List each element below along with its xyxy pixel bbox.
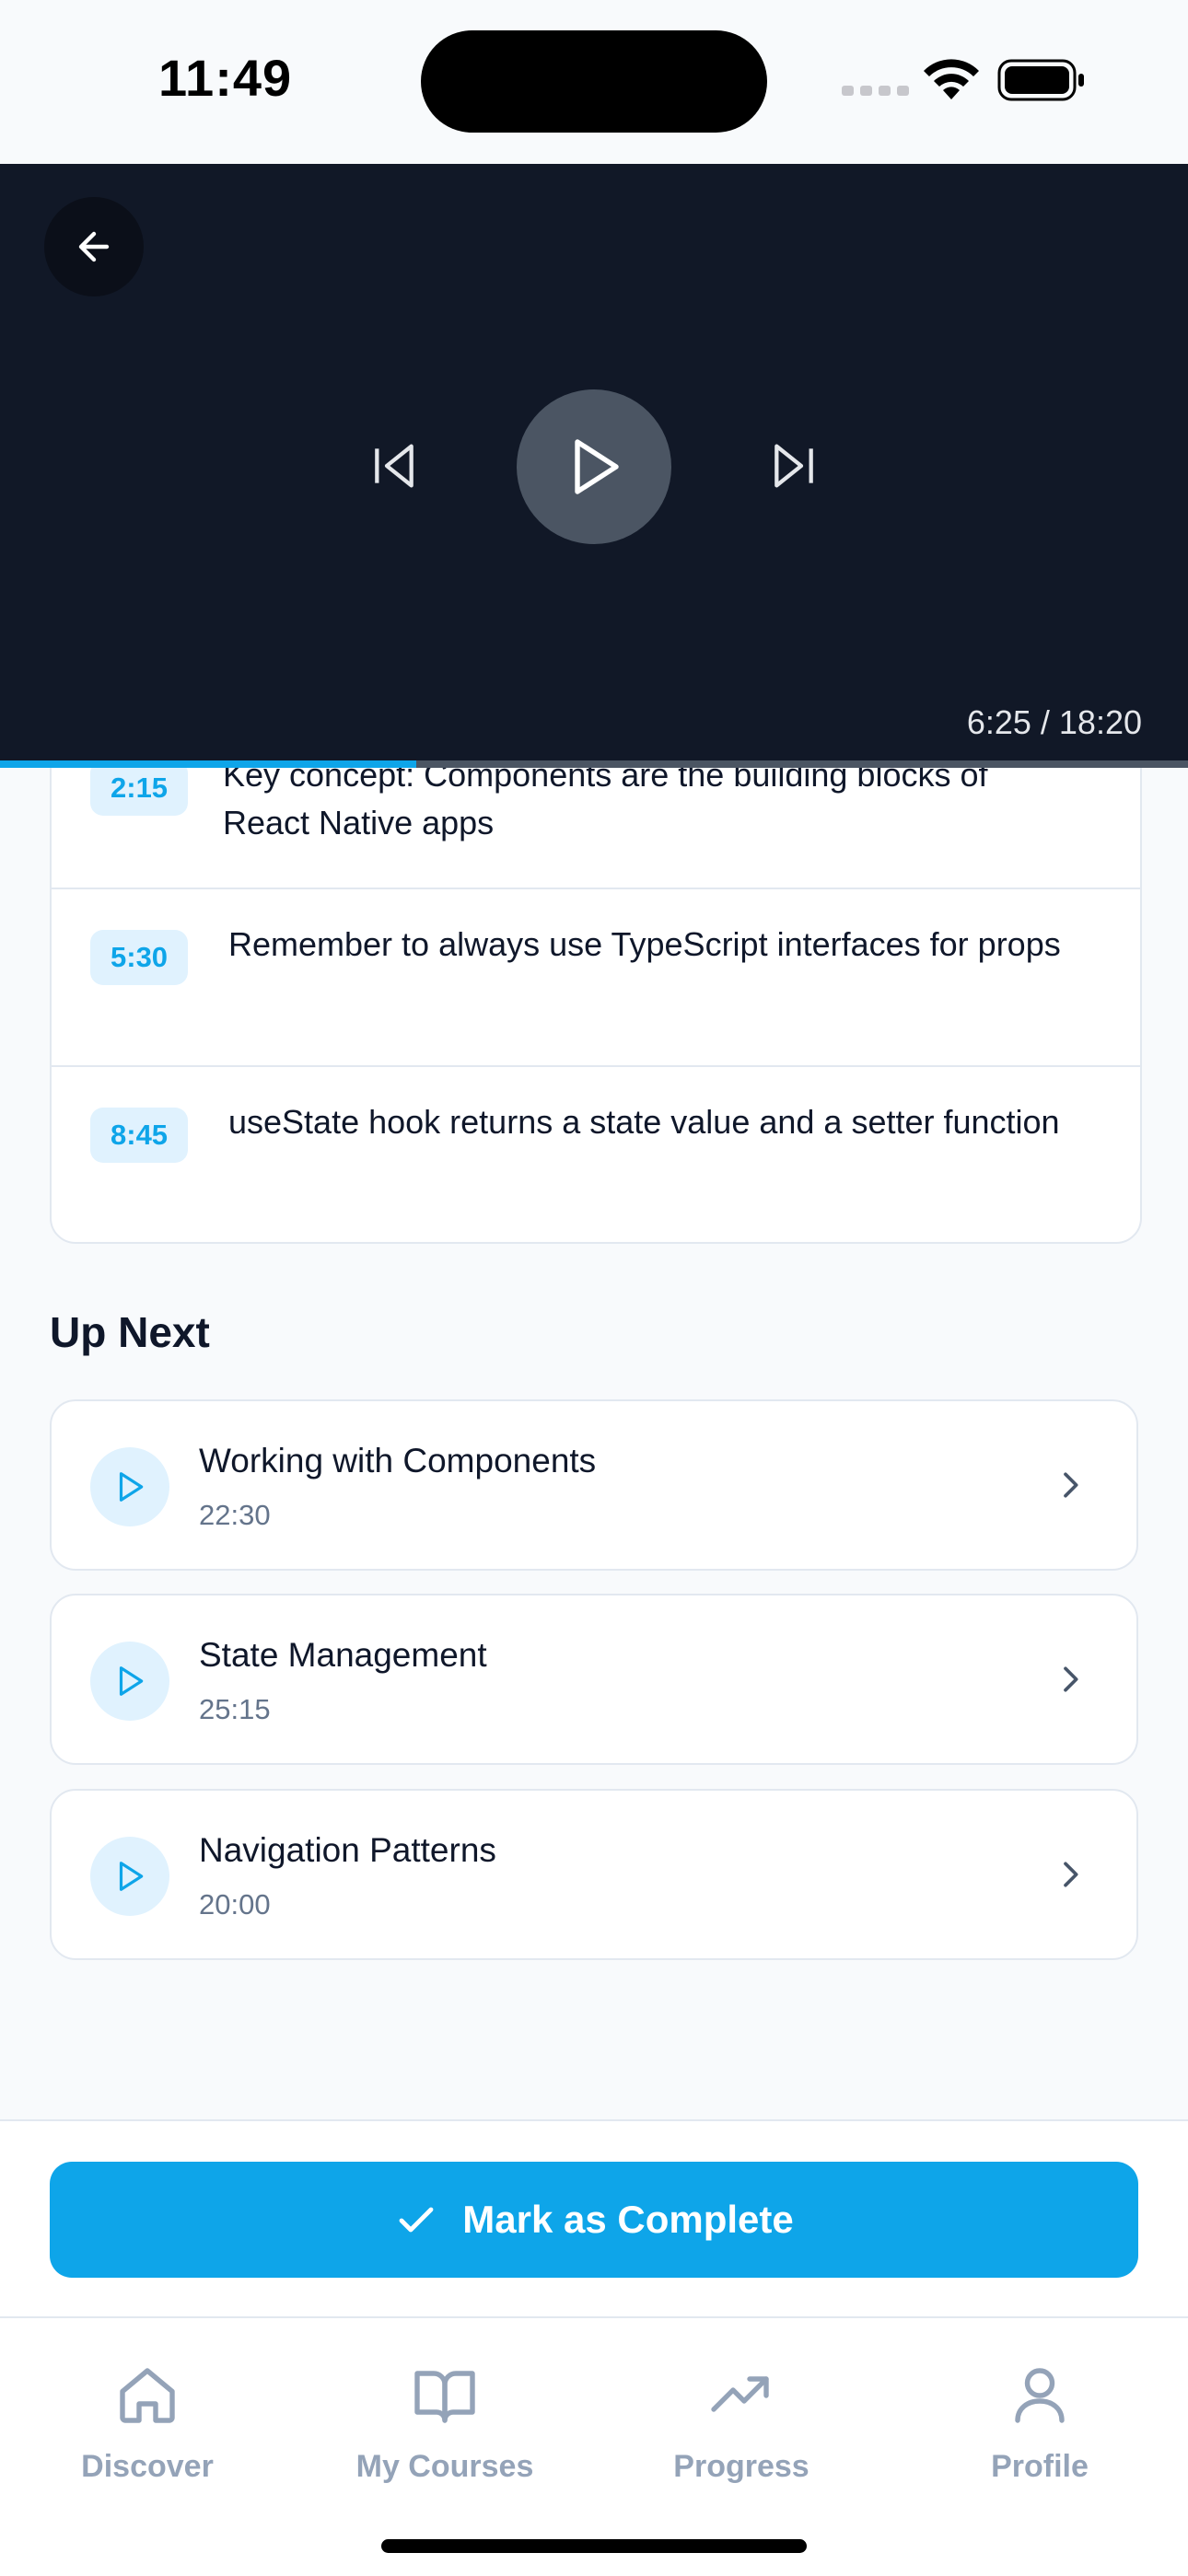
book-icon	[414, 2371, 475, 2423]
note-text: Remember to always use TypeScript interf…	[228, 925, 1061, 963]
battery-icon	[997, 59, 1084, 101]
lesson-play-button[interactable]	[90, 1642, 169, 1721]
trending-up-icon	[711, 2376, 769, 2412]
bottom-action-bar: Mark as Complete	[0, 2119, 1188, 2318]
wifi-icon	[924, 59, 979, 99]
status-time: 11:49	[158, 49, 293, 107]
tab-profile[interactable]: Profile	[920, 2362, 1159, 2485]
up-next-lesson[interactable]: Working with Components 22:30	[50, 1399, 1138, 1571]
arrow-left-icon	[78, 231, 110, 262]
note-item[interactable]: 5:30 Remember to always use TypeScript i…	[52, 889, 1140, 1067]
cellular-signal-icon	[842, 86, 909, 96]
tab-progress[interactable]: Progress	[622, 2362, 861, 2485]
play-icon	[119, 1862, 144, 1891]
lesson-title: State Management	[199, 1636, 487, 1674]
chevron-right-icon	[1064, 1666, 1078, 1692]
playback-progress-fill	[0, 760, 416, 768]
tab-label: Progress	[673, 2449, 809, 2484]
play-icon	[119, 1472, 144, 1502]
playback-progress-bar[interactable]	[0, 760, 1188, 768]
user-icon	[1015, 2368, 1065, 2423]
lesson-title: Working with Components	[199, 1442, 597, 1479]
tab-label: Profile	[991, 2449, 1089, 2484]
home-indicator	[381, 2539, 807, 2553]
dynamic-island	[421, 30, 767, 133]
tab-discover[interactable]: Discover	[28, 2362, 267, 2485]
check-icon	[399, 2207, 434, 2233]
up-next-title: Up Next	[50, 1308, 210, 1356]
lesson-play-button[interactable]	[90, 1837, 169, 1916]
home-icon	[120, 2368, 175, 2423]
note-timestamp[interactable]: 2:15	[90, 760, 189, 816]
lesson-title: Navigation Patterns	[199, 1831, 496, 1869]
note-text: useState hook returns a state value and …	[228, 1103, 1060, 1141]
tab-bar: Discover My Courses Progress Profile	[0, 2316, 1188, 2576]
play-button[interactable]	[517, 389, 671, 544]
playback-time: 6:25 / 18:20	[966, 703, 1142, 741]
skip-back-icon[interactable]	[365, 436, 424, 495]
note-timestamp[interactable]: 5:30	[90, 930, 189, 985]
note-timestamp[interactable]: 8:45	[90, 1108, 189, 1163]
chevron-right-icon	[1064, 1862, 1078, 1887]
play-icon	[575, 439, 619, 494]
up-next-lesson[interactable]: State Management 25:15	[50, 1594, 1138, 1765]
lesson-duration: 22:30	[199, 1499, 271, 1531]
lesson-duration: 20:00	[199, 1888, 271, 1920]
lesson-duration: 25:15	[199, 1693, 271, 1725]
tab-my-courses[interactable]: My Courses	[325, 2362, 565, 2485]
lesson-play-button[interactable]	[90, 1447, 169, 1526]
tab-label: Discover	[81, 2449, 214, 2484]
video-player[interactable]: 6:25 / 18:20	[0, 164, 1188, 766]
back-button[interactable]	[44, 197, 144, 296]
mark-complete-button[interactable]: Mark as Complete	[50, 2162, 1138, 2278]
note-item[interactable]: 8:45 useState hook returns a state value…	[52, 1067, 1140, 1242]
mark-complete-label: Mark as Complete	[462, 2198, 794, 2241]
chevron-right-icon	[1064, 1472, 1078, 1498]
tab-label: My Courses	[355, 2449, 534, 2484]
skip-forward-icon[interactable]	[764, 436, 823, 495]
play-icon	[119, 1666, 144, 1696]
up-next-lesson[interactable]: Navigation Patterns 20:00	[50, 1789, 1138, 1960]
status-bar: 11:49	[0, 0, 1188, 164]
